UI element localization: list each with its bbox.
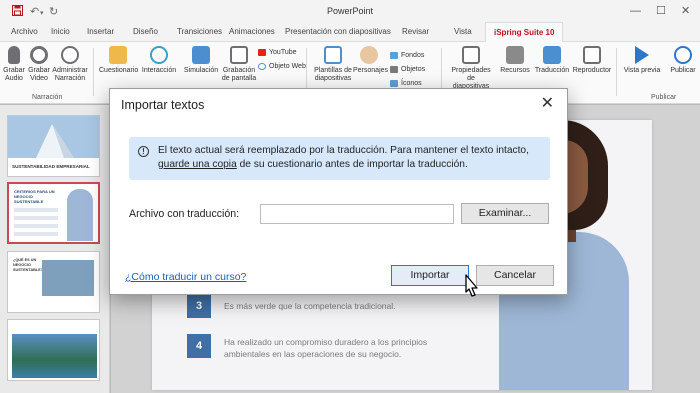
- step-number: 3: [187, 294, 211, 318]
- templates-icon: [324, 46, 342, 64]
- title-bar: ↶ ▾ ↻ PowerPoint — ☐ ✕: [0, 0, 700, 24]
- resources-button[interactable]: Recursos: [498, 46, 532, 75]
- group-label-narration: Narración: [32, 94, 63, 101]
- tab-transiciones[interactable]: Transiciones: [177, 27, 222, 36]
- translation-file-label: Archivo con traducción:: [129, 208, 240, 220]
- slide-templates-button[interactable]: Plantillas de diapositivas: [311, 46, 355, 83]
- objects-button[interactable]: Objetos: [390, 65, 425, 74]
- step-text: Es más verde que la competencia tradicio…: [224, 301, 396, 311]
- minimize-button[interactable]: —: [630, 4, 641, 18]
- quiz-button[interactable]: Cuestionario: [99, 46, 138, 75]
- ribbon-separator: [616, 48, 617, 96]
- characters-button[interactable]: Personajes: [353, 46, 388, 75]
- tab-ispring[interactable]: iSpring Suite 10: [485, 22, 564, 43]
- icons-button[interactable]: Íconos: [390, 79, 422, 88]
- tab-revisar[interactable]: Revisar: [402, 27, 429, 36]
- web-object-button[interactable]: Objeto Web: [258, 62, 306, 71]
- microphone-icon: [8, 46, 20, 64]
- group-label-publish: Publicar: [651, 94, 677, 101]
- thumbnail-person: [67, 189, 93, 241]
- thumbnail-list: [14, 204, 58, 240]
- preview-button[interactable]: Vista previa: [621, 46, 663, 75]
- cancel-button[interactable]: Cancelar: [476, 265, 554, 286]
- icons-icon: [390, 79, 398, 87]
- interaction-icon: [150, 46, 168, 64]
- character-icon: [360, 46, 378, 64]
- record-audio-button[interactable]: Grabar Audio: [3, 46, 25, 83]
- youtube-button[interactable]: YouTube: [258, 48, 297, 57]
- resources-icon: [506, 46, 524, 64]
- translation-icon: [543, 46, 561, 64]
- play-icon: [635, 46, 649, 64]
- globe-icon: [258, 62, 266, 70]
- record-video-button[interactable]: Grabar Video: [27, 46, 51, 83]
- thumbnail-caption: CRITERIOS PARA UN NEGOCIO SUSTENTABLE: [14, 189, 55, 204]
- translation-file-input[interactable]: [260, 204, 454, 224]
- tab-presentacion[interactable]: Presentación con diapositivas: [285, 27, 391, 36]
- dialog-close-button[interactable]: ✕: [541, 95, 554, 113]
- backgrounds-button[interactable]: Fondos: [390, 51, 424, 60]
- slide-thumbnail-4[interactable]: [7, 319, 100, 381]
- interaction-button[interactable]: Interacción: [141, 46, 177, 75]
- thumbnail-video: [42, 260, 94, 296]
- thumbnail-caption: SUSTENTABILIDAD EMPRESARIAL: [12, 164, 90, 169]
- youtube-icon: [258, 48, 266, 56]
- player-icon: [583, 46, 601, 64]
- info-icon: !: [138, 146, 149, 157]
- browse-button[interactable]: Examinar...: [461, 203, 549, 224]
- slide-thumbnails-panel: SUSTENTABILIDAD EMPRESARIAL CRITERIOS PA…: [0, 105, 110, 393]
- slide-thumbnail-2[interactable]: CRITERIOS PARA UN NEGOCIO SUSTENTABLE: [7, 182, 100, 244]
- tab-vista[interactable]: Vista: [454, 27, 472, 36]
- tab-archivo[interactable]: Archivo: [11, 27, 38, 36]
- tab-insertar[interactable]: Insertar: [87, 27, 114, 36]
- step-text: Ha realizado un compromiso duradero a lo…: [224, 337, 428, 359]
- publish-button[interactable]: Publicar: [667, 46, 699, 75]
- app-title: PowerPoint: [326, 6, 374, 16]
- mouse-cursor-icon: [465, 274, 478, 297]
- step-number: 4: [187, 334, 211, 358]
- tab-inicio[interactable]: Inicio: [51, 27, 70, 36]
- tab-animaciones[interactable]: Animaciones: [229, 27, 275, 36]
- slide-properties-button[interactable]: Propiedades de diapositivas: [448, 46, 494, 91]
- backgrounds-icon: [390, 51, 398, 59]
- save-copy-link[interactable]: guarde una copia: [158, 159, 237, 170]
- quiz-icon: [109, 46, 127, 64]
- stopwatch-icon: [61, 46, 79, 64]
- slide-thumbnail-1[interactable]: SUSTENTABILIDAD EMPRESARIAL: [7, 115, 100, 177]
- publish-globe-icon: [674, 46, 692, 64]
- slide-thumbnail-3[interactable]: ¿QUÉ ES UN NEGOCIO SUSTENTABLE?: [7, 251, 100, 313]
- tab-diseno[interactable]: Diseño: [133, 27, 158, 36]
- ribbon-tabs: Archivo Inicio Insertar Diseño Transicio…: [0, 22, 700, 43]
- webcam-icon: [30, 46, 48, 64]
- import-button[interactable]: Importar: [391, 265, 469, 286]
- info-text: El texto actual será reemplazado por la …: [158, 145, 529, 170]
- maximize-button[interactable]: ☐: [656, 4, 666, 18]
- import-texts-dialog: Importar textos ✕ ! El texto actual será…: [109, 88, 568, 295]
- screen-record-icon: [230, 46, 248, 64]
- thumbnail-caption: ¿QUÉ ES UN NEGOCIO SUSTENTABLE?: [13, 258, 44, 272]
- help-link[interactable]: ¿Cómo traducir un curso?: [125, 271, 246, 283]
- close-window-button[interactable]: ✕: [681, 4, 690, 18]
- info-box: ! El texto actual será reemplazado por l…: [129, 137, 550, 180]
- properties-icon: [462, 46, 480, 64]
- simulation-button[interactable]: Simulación: [183, 46, 219, 75]
- translation-button[interactable]: Traducción: [534, 46, 570, 75]
- dialog-title: Importar textos: [121, 98, 205, 112]
- manage-narration-button[interactable]: Administrar Narración: [52, 46, 88, 83]
- objects-icon: [390, 65, 398, 73]
- player-button[interactable]: Reproductor: [572, 46, 612, 75]
- ribbon-separator: [93, 48, 94, 96]
- simulation-icon: [192, 46, 210, 64]
- thumbnail-island-image: [12, 334, 97, 378]
- screen-recording-button[interactable]: Grabación de pantalla: [221, 46, 257, 83]
